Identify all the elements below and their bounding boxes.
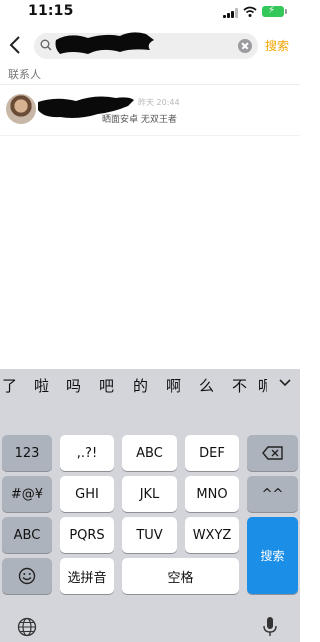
message-time: 昨天 20:44 (138, 98, 180, 107)
candidate-word[interactable]: 啊 (166, 375, 181, 396)
space-key[interactable]: 空格 (122, 558, 239, 594)
keyboard-search-key[interactable]: 搜索 (247, 517, 298, 594)
signal-icon (223, 8, 239, 18)
status-bar: 11:15 ⚡ (0, 0, 300, 24)
contacts-section-label: 联系人 (8, 68, 41, 81)
key-ghi[interactable]: GHI (60, 476, 114, 512)
search-button[interactable]: 搜索 (265, 37, 289, 54)
candidate-word[interactable]: 的 (133, 375, 148, 396)
candidate-word[interactable]: 了 (2, 375, 17, 396)
divider (0, 135, 300, 136)
wifi-icon (243, 6, 257, 17)
candidate-word[interactable]: 呢 (258, 375, 267, 396)
key-select-pinyin[interactable]: 选拼音 (60, 558, 114, 594)
candidate-word[interactable]: 么 (199, 375, 214, 396)
divider (0, 84, 300, 85)
back-icon[interactable] (8, 35, 22, 55)
key-wxyz[interactable]: WXYZ (185, 517, 239, 553)
candidate-word[interactable]: 不 (232, 375, 247, 396)
backspace-key[interactable] (247, 435, 298, 471)
battery-icon: ⚡ (262, 5, 287, 17)
backspace-icon (261, 446, 283, 460)
globe-icon[interactable] (17, 617, 37, 637)
candidate-word[interactable]: 吗 (66, 375, 81, 396)
clear-icon[interactable] (238, 39, 252, 53)
key-tuv[interactable]: TUV (122, 517, 177, 553)
key-emoticon[interactable]: ^^ (247, 476, 298, 512)
search-query-redacted (55, 32, 154, 54)
key-123[interactable]: 123 (2, 435, 52, 471)
key-mno[interactable]: MNO (185, 476, 239, 512)
keyboard: 了 啦 吗 吧 的 啊 么 不 呢 123 ,.?! ABC DEF #@¥ G… (0, 369, 300, 642)
mic-icon[interactable] (262, 616, 278, 638)
emoji-icon (18, 567, 36, 585)
message-preview: 晒面安卓 无双王者 (102, 115, 177, 125)
candidate-word[interactable]: 吧 (99, 375, 114, 396)
candidate-bar: 了 啦 吗 吧 的 啊 么 不 呢 (0, 369, 300, 403)
status-time: 11:15 (28, 3, 74, 19)
emoji-key[interactable] (2, 558, 52, 594)
key-def[interactable]: DEF (185, 435, 239, 471)
search-header: 搜索 (0, 30, 300, 62)
key-punctuation[interactable]: ,.?! (60, 435, 114, 471)
contact-result-row[interactable]: 昨天 20:44 晒面安卓 无双王者 (0, 88, 300, 132)
chevron-down-icon[interactable] (279, 379, 291, 387)
key-abc-mode[interactable]: ABC (2, 517, 52, 553)
keyboard-bottom-bar (0, 613, 300, 642)
key-abc[interactable]: ABC (122, 435, 177, 471)
search-input[interactable] (34, 32, 258, 59)
candidate-word[interactable]: 啦 (34, 375, 49, 396)
key-pqrs[interactable]: PQRS (60, 517, 114, 553)
key-jkl[interactable]: JKL (122, 476, 177, 512)
key-symbols[interactable]: #@¥ (2, 476, 52, 512)
avatar (6, 94, 36, 124)
